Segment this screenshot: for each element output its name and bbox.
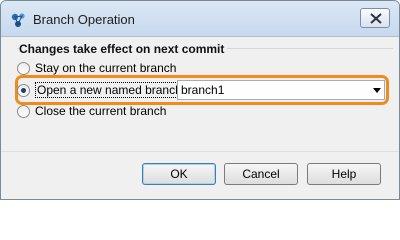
branch-operation-dialog: Branch Operation Changes take effect on … <box>0 0 400 200</box>
footer-divider <box>1 151 399 152</box>
radio-stay-on-current-branch[interactable]: Stay on the current branch <box>17 60 176 76</box>
window-title: Branch Operation <box>33 12 135 27</box>
option-label: Stay on the current branch <box>35 61 177 75</box>
radio-close-current-branch[interactable]: Close the current branch <box>17 103 166 119</box>
branch-name-combobox[interactable]: branch1 <box>177 80 385 100</box>
close-icon <box>370 13 382 24</box>
branch-name-value[interactable]: branch1 <box>178 83 370 97</box>
option-label: Close the current branch <box>35 104 167 118</box>
ok-button[interactable]: OK <box>142 163 216 185</box>
radio-open-new-named-branch[interactable]: Open a new named branch <box>17 82 184 98</box>
option-label: Open a new named branch <box>35 82 184 98</box>
chevron-down-icon[interactable] <box>370 87 384 93</box>
radio-button[interactable] <box>17 104 30 118</box>
app-logo-icon <box>10 11 28 29</box>
close-button[interactable] <box>360 8 390 28</box>
radio-button-checked[interactable] <box>17 83 30 97</box>
cancel-button[interactable]: Cancel <box>224 163 298 185</box>
help-button[interactable]: Help <box>307 163 381 185</box>
title-bar[interactable]: Branch Operation <box>1 1 399 37</box>
group-title: Changes take effect on next commit <box>19 42 228 56</box>
radio-button[interactable] <box>17 61 30 75</box>
